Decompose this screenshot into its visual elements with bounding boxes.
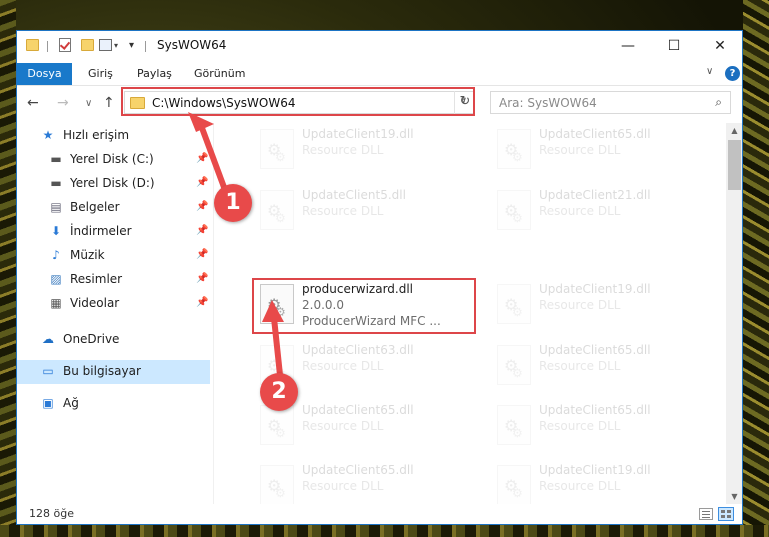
arrow-2-head xyxy=(262,300,284,322)
step-badge-1: 1 xyxy=(214,184,252,222)
arrow-1-head xyxy=(188,112,214,132)
arrow-2 xyxy=(271,317,283,376)
step-badge-2: 2 xyxy=(260,373,298,411)
annotation-arrows xyxy=(188,112,284,376)
